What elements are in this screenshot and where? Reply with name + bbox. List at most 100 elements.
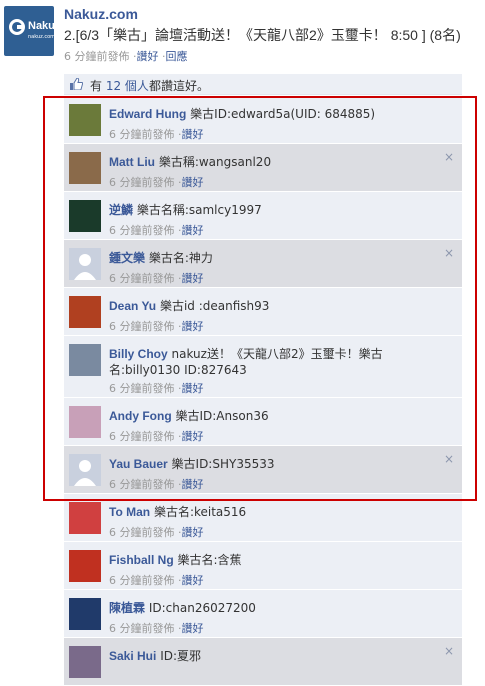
comment-text: 樂古名:含蕉: [177, 553, 242, 567]
remove-comment-icon[interactable]: ×: [444, 452, 454, 466]
comment-meta: 6 分鐘前發佈 ·讚好: [109, 126, 204, 142]
comment-text: ID:chan26027200: [148, 601, 256, 615]
default-avatar-icon[interactable]: [69, 454, 101, 486]
logo-text: Nakuz: [28, 20, 61, 32]
avatar[interactable]: [69, 296, 101, 328]
comment-row: Dean Yu 樂古id :deanfish93 6 分鐘前發佈 ·讚好: [64, 288, 462, 336]
comment-like-link[interactable]: 讚好: [182, 176, 204, 189]
remove-comment-icon[interactable]: ×: [444, 644, 454, 658]
comment-like-link[interactable]: 讚好: [182, 128, 204, 141]
comment-like-link[interactable]: 讚好: [182, 526, 204, 539]
comment-body: 逆鱗 樂古名稱:samlcy1997: [109, 202, 449, 218]
comment-meta: 6 分鐘前發佈 ·讚好: [109, 222, 204, 238]
post-like-link[interactable]: 讚好: [137, 50, 159, 63]
comment-author-link[interactable]: Yau Bauer: [109, 457, 168, 471]
comment-author-link[interactable]: 逆鱗: [109, 203, 133, 217]
comment-row: Andy Fong 樂古ID:Anson36 6 分鐘前發佈 ·讚好: [64, 398, 462, 446]
comment-text: 樂古id :deanfish93: [159, 299, 270, 313]
avatar[interactable]: [69, 502, 101, 534]
avatar[interactable]: [69, 598, 101, 630]
logo-subtext: nakuz.com: [28, 34, 56, 40]
comment-body: To Man 樂古名:keita516: [109, 504, 449, 520]
comment-author-link[interactable]: Andy Fong: [109, 409, 172, 423]
default-avatar-icon[interactable]: [69, 248, 101, 280]
nakuz-logo-icon: [9, 19, 25, 35]
comment-meta: 6 分鐘前發佈 ·讚好: [109, 524, 204, 540]
post-meta: 6 分鐘前發佈 ·讚好 ·回應: [64, 48, 188, 64]
comment-body: Edward Hung 樂古ID:edward5a(UID: 684885): [109, 106, 449, 122]
page-name-link[interactable]: Nakuz.com: [64, 6, 138, 22]
post-header: Nakuz nakuz.com Nakuz.com 2.[6/3「樂古」論壇活動…: [0, 0, 485, 70]
avatar[interactable]: [69, 646, 101, 678]
comment-meta: 6 分鐘前發佈 ·讚好: [109, 318, 204, 334]
comment-row: 陳植霖 ID:chan26027200 6 分鐘前發佈 ·讚好: [64, 590, 462, 638]
comment-time: 6 分鐘前發佈: [109, 128, 175, 141]
comment-meta: 6 分鐘前發佈 ·讚好: [109, 174, 204, 190]
comment-author-link[interactable]: Edward Hung: [109, 107, 186, 121]
avatar[interactable]: [69, 152, 101, 184]
comment-row: Yau Bauer 樂古ID:SHY35533 6 分鐘前發佈 ·讚好 ×: [64, 446, 462, 494]
comment-text: 樂古ID:SHY35533: [171, 457, 275, 471]
page-logo[interactable]: Nakuz nakuz.com: [4, 6, 60, 56]
avatar[interactable]: [69, 406, 101, 438]
comment-author-link[interactable]: 鍾文樂: [109, 251, 145, 265]
comment-time: 6 分鐘前發佈: [109, 176, 175, 189]
comment-text: 樂古名:神力: [148, 251, 213, 265]
comment-time: 6 分鐘前發佈: [109, 430, 175, 443]
likes-summary: 有 12 個人都讚這好。: [64, 74, 462, 95]
comment-author-link[interactable]: To Man: [109, 505, 150, 519]
comment-like-link[interactable]: 讚好: [182, 478, 204, 491]
comment-like-link[interactable]: 讚好: [182, 430, 204, 443]
comment-body: Saki Hui ID:夏邪: [109, 648, 449, 664]
comment-like-link[interactable]: 讚好: [182, 622, 204, 635]
comment-like-link[interactable]: 讚好: [182, 382, 204, 395]
comment-meta: 6 分鐘前發佈 ·讚好: [109, 380, 204, 396]
comment-time: 6 分鐘前發佈: [109, 574, 175, 587]
comment-row: 鍾文樂 樂古名:神力 6 分鐘前發佈 ·讚好 ×: [64, 240, 462, 288]
avatar[interactable]: [69, 550, 101, 582]
likes-suffix: 都讚這好。: [148, 79, 209, 93]
comment-like-link[interactable]: 讚好: [182, 320, 204, 333]
comment-meta: 6 分鐘前發佈 ·讚好: [109, 572, 204, 588]
comment-row: Saki Hui ID:夏邪 ×: [64, 638, 462, 686]
comment-time: 6 分鐘前發佈: [109, 622, 175, 635]
comment-like-link[interactable]: 讚好: [182, 574, 204, 587]
comment-author-link[interactable]: Fishball Ng: [109, 553, 174, 567]
comment-row: 逆鱗 樂古名稱:samlcy1997 6 分鐘前發佈 ·讚好: [64, 192, 462, 240]
comment-row: Matt Liu 樂古稱:wangsanl20 6 分鐘前發佈 ·讚好 ×: [64, 144, 462, 192]
post-time: 6 分鐘前發佈: [64, 50, 130, 63]
comment-list: Edward Hung 樂古ID:edward5a(UID: 684885) 6 …: [64, 96, 462, 686]
comment-time: 6 分鐘前發佈: [109, 382, 175, 395]
comment-like-link[interactable]: 讚好: [182, 272, 204, 285]
comment-body: Billy Choy nakuz送！《天龍八部2》玉璽卡！樂古名:billy01…: [109, 346, 449, 378]
comment-time: 6 分鐘前發佈: [109, 320, 175, 333]
comment-author-link[interactable]: Matt Liu: [109, 155, 155, 169]
comment-body: Andy Fong 樂古ID:Anson36: [109, 408, 449, 424]
likes-prefix: 有: [90, 79, 103, 93]
comment-time: 6 分鐘前發佈: [109, 526, 175, 539]
comment-meta: 6 分鐘前發佈 ·讚好: [109, 620, 204, 636]
comment-meta: 6 分鐘前發佈 ·讚好: [109, 428, 204, 444]
comment-author-link[interactable]: Saki Hui: [109, 649, 156, 663]
avatar[interactable]: [69, 200, 101, 232]
comment-body: Fishball Ng 樂古名:含蕉: [109, 552, 449, 568]
remove-comment-icon[interactable]: ×: [444, 150, 454, 164]
post-reply-link[interactable]: 回應: [166, 50, 188, 63]
comment-author-link[interactable]: 陳植霖: [109, 601, 145, 615]
comment-author-link[interactable]: Dean Yu: [109, 299, 156, 313]
comment-author-link[interactable]: Billy Choy: [109, 347, 168, 361]
comment-text: ID:夏邪: [160, 649, 202, 663]
comment-body: Matt Liu 樂古稱:wangsanl20: [109, 154, 449, 170]
comment-body: 陳植霖 ID:chan26027200: [109, 600, 449, 616]
avatar[interactable]: [69, 104, 101, 136]
comment-row: Billy Choy nakuz送！《天龍八部2》玉璽卡！樂古名:billy01…: [64, 336, 462, 398]
comment-like-link[interactable]: 讚好: [182, 224, 204, 237]
comment-body: Yau Bauer 樂古ID:SHY35533: [109, 456, 449, 472]
likes-count-link[interactable]: 12 個人: [106, 79, 149, 93]
comment-text: 樂古名稱:samlcy1997: [136, 203, 262, 217]
comment-time: 6 分鐘前發佈: [109, 224, 175, 237]
remove-comment-icon[interactable]: ×: [444, 246, 454, 260]
comment-time: 6 分鐘前發佈: [109, 478, 175, 491]
avatar[interactable]: [69, 344, 101, 376]
comment-text: 樂古ID:Anson36: [175, 409, 269, 423]
